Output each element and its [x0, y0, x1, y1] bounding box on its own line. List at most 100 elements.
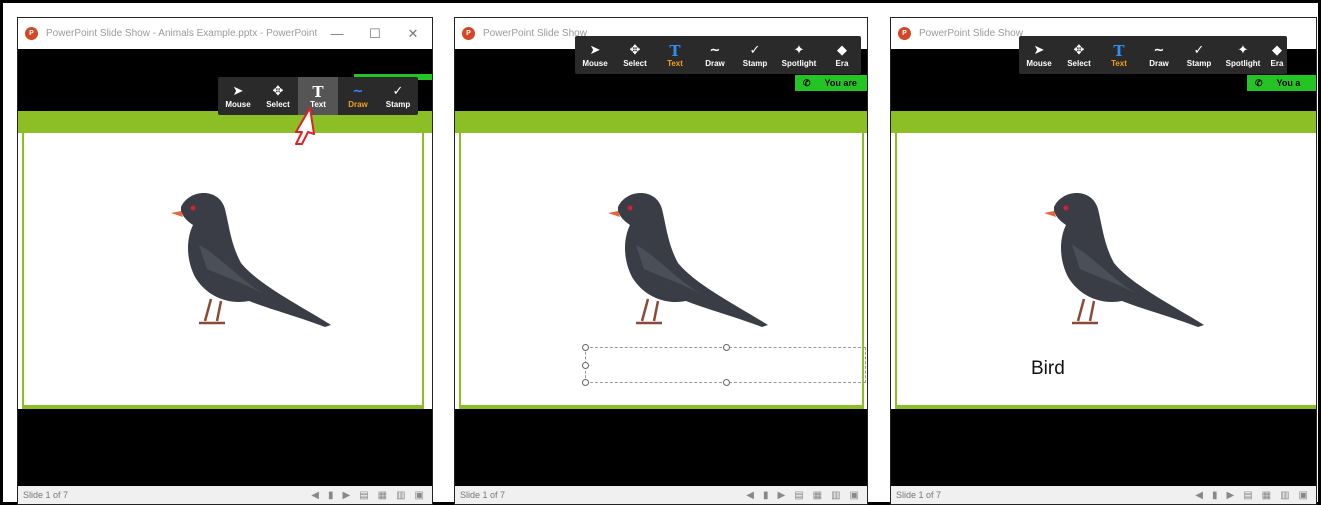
- window-titlebar: P PowerPoint Slide Show - Animals Exampl…: [18, 18, 432, 49]
- resize-handle[interactable]: [582, 362, 589, 369]
- move-arrows-icon: ✥: [1073, 42, 1085, 58]
- squiggle-icon: ∼: [1153, 42, 1165, 58]
- text-t-icon: T: [669, 41, 681, 60]
- annotation-toolbar: ➤ Mouse ✥ Select T Text ∼ Draw ✓ Stamp ✦…: [575, 36, 861, 74]
- slide-canvas[interactable]: [22, 133, 424, 405]
- reading-view-icon[interactable]: ▥: [831, 490, 840, 501]
- magic-wand-icon: ✦: [1237, 42, 1249, 58]
- tool-spotlight[interactable]: ✦ Spotlight: [775, 36, 823, 74]
- eraser-icon: ◆: [1272, 42, 1282, 58]
- powerpoint-icon: P: [898, 27, 911, 40]
- tool-text[interactable]: T Text: [1099, 36, 1139, 74]
- tool-mouse[interactable]: ➤ Mouse: [1019, 36, 1059, 74]
- status-bar: Slide 1 of 7 ◀ ▮ ▶ ▤ ▦ ▥ ▣: [18, 486, 432, 504]
- tool-spotlight[interactable]: ✦ Spotlight: [1219, 36, 1267, 74]
- sorter-view-icon[interactable]: ▦: [813, 490, 822, 501]
- next-slide-icon[interactable]: ▶: [1226, 490, 1234, 501]
- reading-view-icon[interactable]: ▥: [1280, 490, 1289, 501]
- tool-mouse[interactable]: ➤ Mouse: [575, 36, 615, 74]
- status-bar: Slide 1 of 7 ◀ ▮ ▶ ▤ ▦ ▥ ▣: [455, 486, 867, 504]
- resize-handle[interactable]: [582, 379, 589, 386]
- window-title: PowerPoint Slide Show: [919, 28, 1023, 39]
- text-t-icon: T: [1113, 41, 1125, 60]
- window-controls: — ☐ ✕: [318, 18, 432, 49]
- phone-icon: ✆: [1255, 77, 1263, 88]
- normal-view-icon[interactable]: ▤: [794, 490, 803, 501]
- slide-indicator: Slide 1 of 7: [460, 490, 506, 500]
- normal-view-icon[interactable]: ▤: [1243, 490, 1252, 501]
- prev-slide-icon[interactable]: ◀: [1195, 490, 1203, 501]
- slideshow-background-bottom: [891, 409, 1316, 488]
- phone-icon: ✆: [803, 77, 811, 88]
- tool-eraser[interactable]: ◆ Era: [1267, 36, 1287, 74]
- magic-wand-icon: ✦: [793, 42, 805, 58]
- slide-indicator: Slide 1 of 7: [896, 490, 942, 500]
- move-arrows-icon: ✥: [272, 83, 284, 99]
- slide-canvas[interactable]: [459, 133, 866, 405]
- powerpoint-icon: P: [25, 27, 38, 40]
- pointer-hand-icon: [295, 107, 315, 145]
- tool-eraser[interactable]: ◆ Era: [823, 36, 861, 74]
- slideshow-view-icon[interactable]: ▣: [1299, 490, 1308, 501]
- resize-handle[interactable]: [723, 379, 730, 386]
- checkmark-icon: ✓: [749, 42, 761, 58]
- tool-select[interactable]: ✥ Select: [1059, 36, 1099, 74]
- status-bar: Slide 1 of 7 ◀ ▮ ▶ ▤ ▦ ▥ ▣: [891, 486, 1316, 504]
- slideshow-background-bottom: [455, 409, 867, 488]
- screenshot-frame: P PowerPoint Slide Show - Animals Exampl…: [0, 0, 1321, 505]
- cursor-arrow-icon: ➤: [232, 83, 244, 99]
- tool-select[interactable]: ✥ Select: [615, 36, 655, 74]
- tool-draw[interactable]: ∼ Draw: [695, 36, 735, 74]
- next-slide-icon[interactable]: ▶: [777, 490, 785, 501]
- tool-stamp[interactable]: ✓ Stamp: [735, 36, 775, 74]
- powerpoint-icon: P: [462, 27, 475, 40]
- notes-icon[interactable]: ▮: [763, 490, 769, 501]
- status-view-icons: ◀ ▮ ▶ ▤ ▦ ▥ ▣: [311, 486, 424, 504]
- tool-text[interactable]: T Text: [655, 36, 695, 74]
- text-input-box[interactable]: [582, 344, 866, 386]
- slideshow-view-icon[interactable]: ▣: [850, 490, 859, 501]
- tool-stamp[interactable]: ✓ Stamp: [1179, 36, 1219, 74]
- next-slide-icon[interactable]: ▶: [342, 490, 350, 501]
- sorter-view-icon[interactable]: ▦: [378, 490, 387, 501]
- blackbird-image: [1044, 193, 1204, 327]
- share-notice: ✆ You are: [795, 75, 867, 91]
- maximize-button[interactable]: ☐: [356, 26, 394, 42]
- blackbird-image: [171, 193, 331, 327]
- close-button[interactable]: ✕: [394, 26, 432, 42]
- prev-slide-icon[interactable]: ◀: [311, 490, 319, 501]
- window-title: PowerPoint Slide Show: [483, 28, 587, 39]
- sorter-view-icon[interactable]: ▦: [1262, 490, 1271, 501]
- notes-icon[interactable]: ▮: [328, 490, 334, 501]
- slide-green-band: [891, 111, 1316, 133]
- panel-step-2: P PowerPoint Slide Show Slide 1 of 7 ◀ ▮…: [454, 17, 868, 505]
- normal-view-icon[interactable]: ▤: [359, 490, 368, 501]
- annotation-toolbar: ➤ Mouse ✥ Select T Text ∼ Draw ✓ Stamp ✦…: [1019, 36, 1287, 74]
- tool-draw[interactable]: ∼ Draw: [1139, 36, 1179, 74]
- status-view-icons: ◀ ▮ ▶ ▤ ▦ ▥ ▣: [746, 486, 859, 504]
- slideshow-view-icon[interactable]: ▣: [415, 490, 424, 501]
- cursor-arrow-icon: ➤: [589, 42, 601, 58]
- slideshow-background-bottom: [18, 409, 432, 488]
- eraser-icon: ◆: [837, 42, 847, 58]
- slide-indicator: Slide 1 of 7: [23, 490, 69, 500]
- checkmark-icon: ✓: [392, 83, 404, 99]
- text-t-icon: T: [312, 82, 324, 101]
- tool-mouse[interactable]: ➤ Mouse: [218, 77, 258, 115]
- tool-draw[interactable]: ∼ Draw: [338, 77, 378, 115]
- resize-handle[interactable]: [582, 344, 589, 351]
- prev-slide-icon[interactable]: ◀: [746, 490, 754, 501]
- resize-handle[interactable]: [723, 344, 730, 351]
- notes-icon[interactable]: ▮: [1212, 490, 1218, 501]
- slide-canvas[interactable]: Bird: [895, 133, 1316, 405]
- squiggle-icon: ∼: [352, 83, 364, 99]
- checkmark-icon: ✓: [1193, 42, 1205, 58]
- squiggle-icon: ∼: [709, 42, 721, 58]
- status-view-icons: ◀ ▮ ▶ ▤ ▦ ▥ ▣: [1195, 486, 1308, 504]
- blackbird-image: [608, 193, 768, 327]
- slide-text-annotation[interactable]: Bird: [1031, 358, 1065, 380]
- tool-stamp[interactable]: ✓ Stamp: [378, 77, 418, 115]
- reading-view-icon[interactable]: ▥: [396, 490, 405, 501]
- share-notice: ✆ You a: [1247, 75, 1316, 91]
- minimize-button[interactable]: —: [318, 26, 356, 41]
